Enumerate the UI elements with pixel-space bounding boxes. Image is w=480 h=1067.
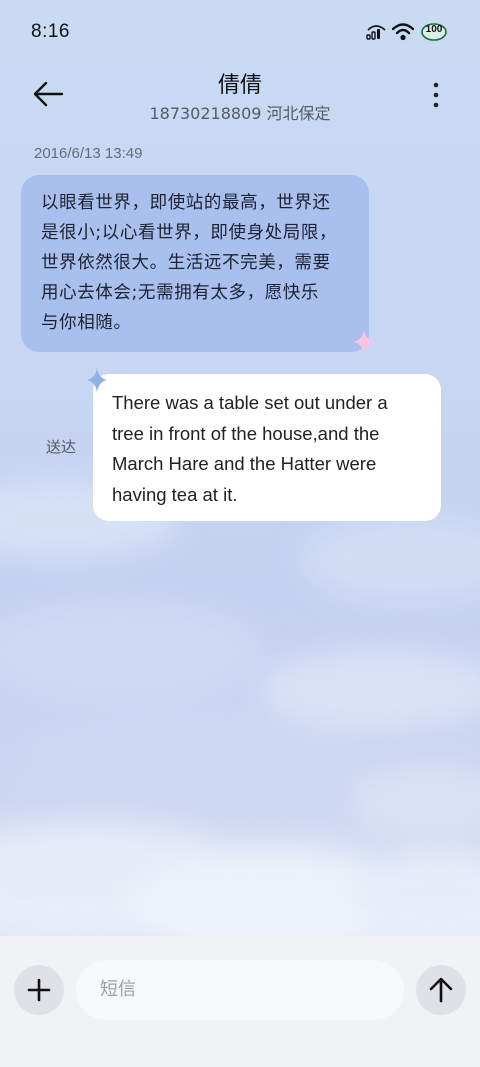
message-line: 世界依然很大。生活远不完美，需要 (41, 253, 331, 273)
message-line: There was a table set out under a (112, 392, 388, 413)
attach-button[interactable] (14, 965, 64, 1015)
outgoing-message-bubble[interactable]: There was a table set out under a tree i… (93, 374, 441, 521)
sparkle-icon (353, 330, 375, 354)
status-time: 8:16 (31, 21, 70, 42)
send-arrow-icon (429, 977, 453, 1003)
message-line: 是很小;以心看世界，即使身处局限， (41, 223, 338, 243)
status-icons: 100 (366, 22, 448, 42)
message-line: having tea at it. (112, 483, 238, 505)
message-timestamp: 2016/6/13 13:49 (34, 145, 143, 162)
incoming-message-bubble[interactable]: 以眼看世界，即使站的最高，世界还 是很小;以心看世界，即使身处局限， 世界依然很… (21, 175, 369, 352)
contact-name[interactable]: 倩倩 (0, 67, 480, 99)
message-line: 以眼看世界，即使站的最高，世界还 (41, 193, 331, 213)
message-line: tree in front of the house,and the (112, 422, 380, 444)
battery-icon: 100 (420, 22, 448, 42)
conversation-header: 倩倩 18730218809 河北保定 (0, 62, 480, 132)
more-vertical-icon (433, 82, 439, 108)
sparkle-icon (87, 368, 107, 392)
signal-icon (366, 24, 386, 40)
more-options-button[interactable] (426, 80, 446, 110)
contact-info: 18730218809 河北保定 (149, 104, 331, 123)
message-line: 与你相随。 (41, 313, 132, 333)
send-button[interactable] (416, 965, 466, 1015)
message-line: March Hare and the Hatter were (112, 453, 377, 474)
message-line: 用心去体会;无需拥有太多，愿快乐 (41, 283, 319, 303)
delivery-status: 送达 (46, 438, 77, 456)
battery-level: 100 (425, 24, 443, 35)
plus-icon (27, 978, 51, 1002)
wifi-icon (392, 23, 414, 41)
message-input[interactable]: 短信 (76, 960, 404, 1020)
status-bar: 8:16 100 (0, 0, 480, 66)
